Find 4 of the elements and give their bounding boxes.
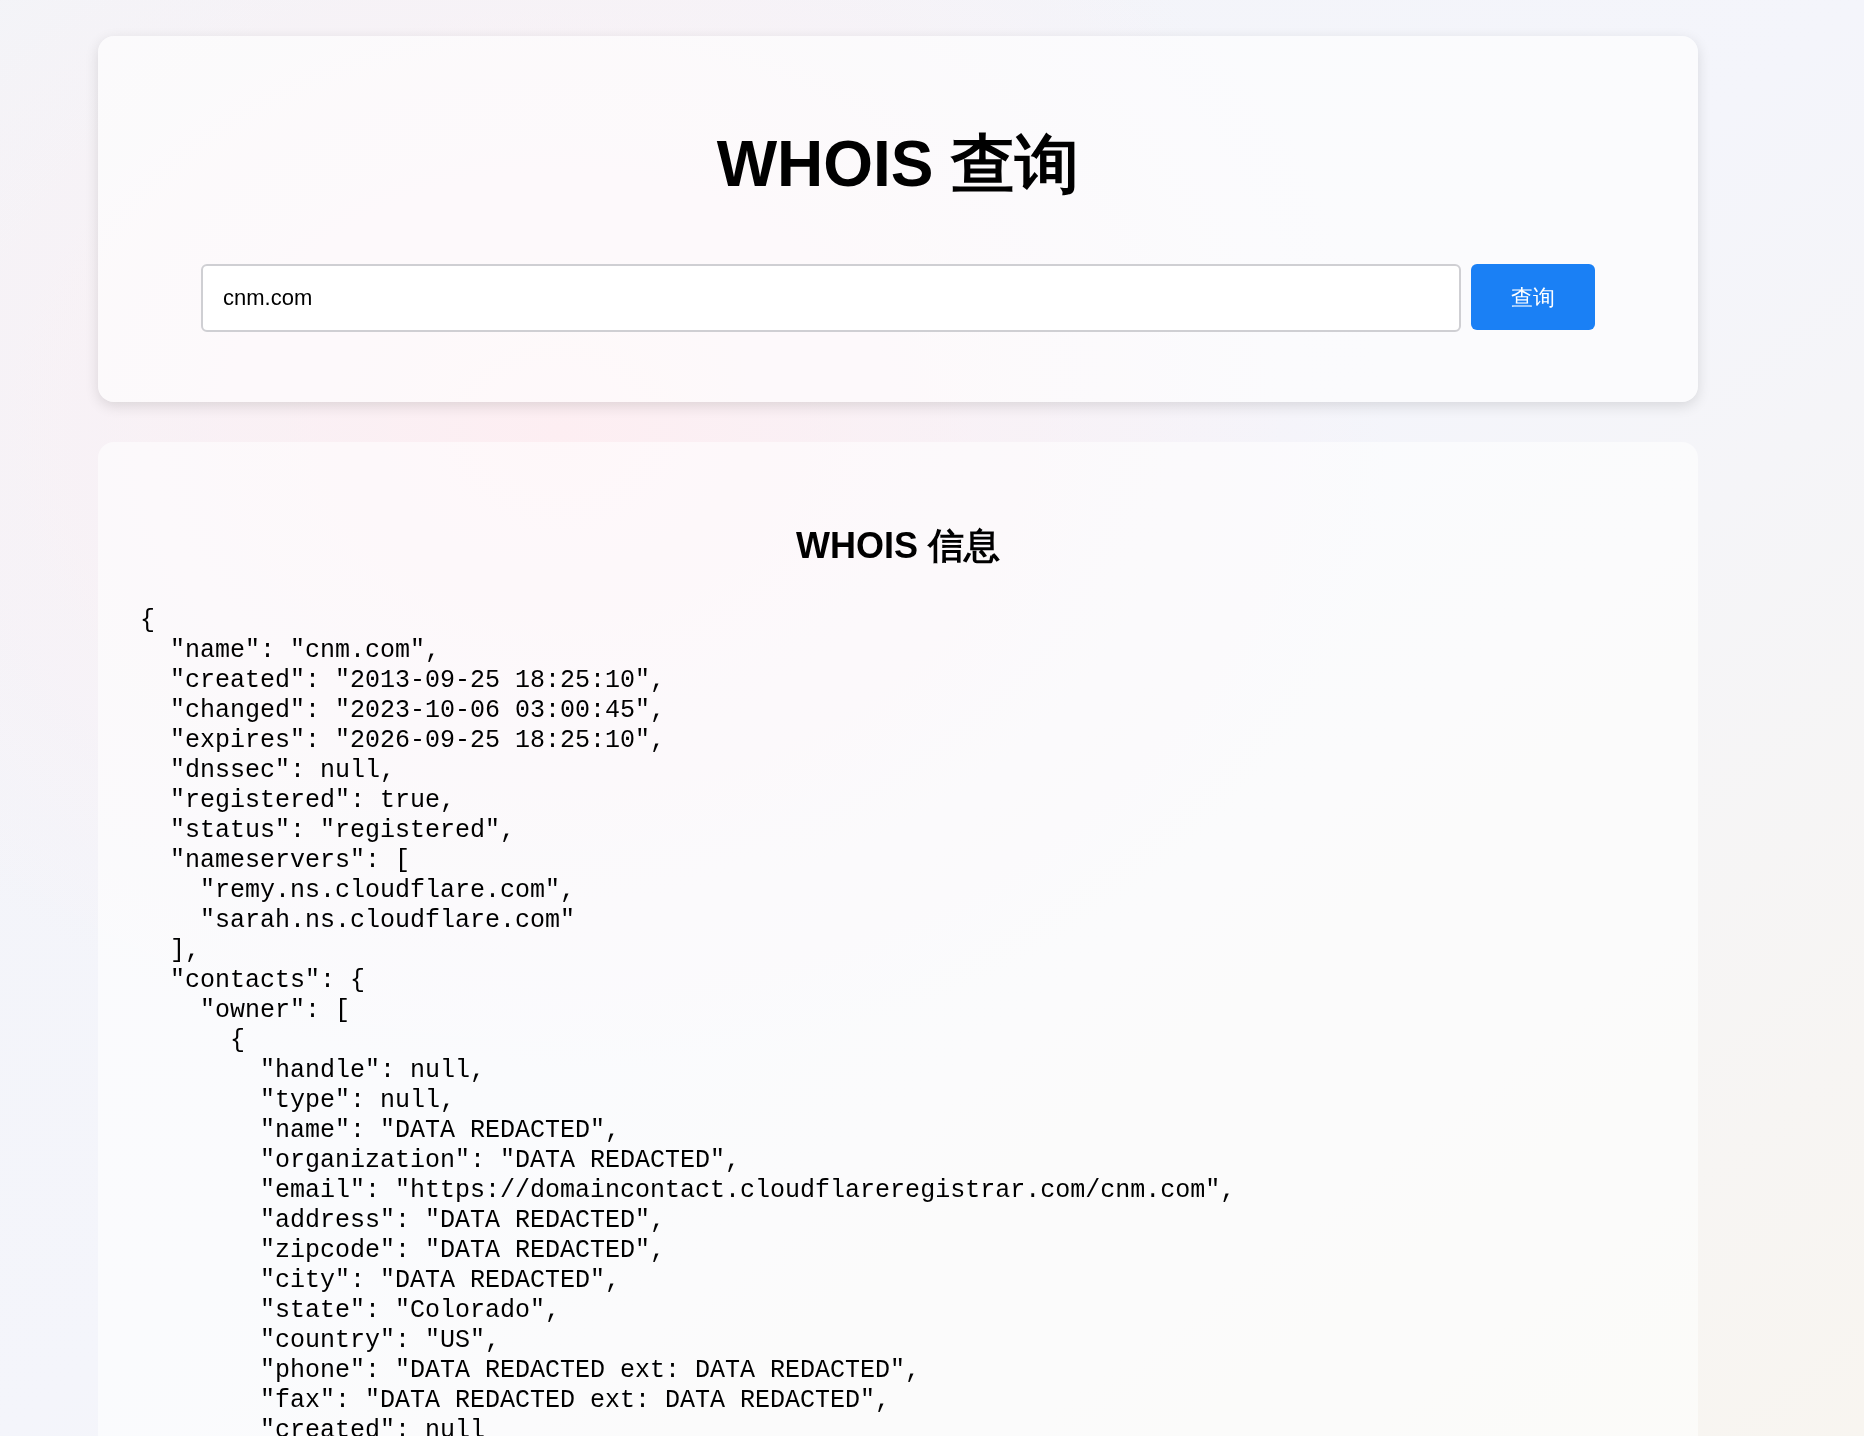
search-button[interactable]: 查询 [1471,264,1595,330]
section-heading: WHOIS 信息 [796,524,1000,568]
page-title: WHOIS 查询 [716,128,1080,200]
domain-input-field[interactable]: cnm.com [201,264,1461,332]
